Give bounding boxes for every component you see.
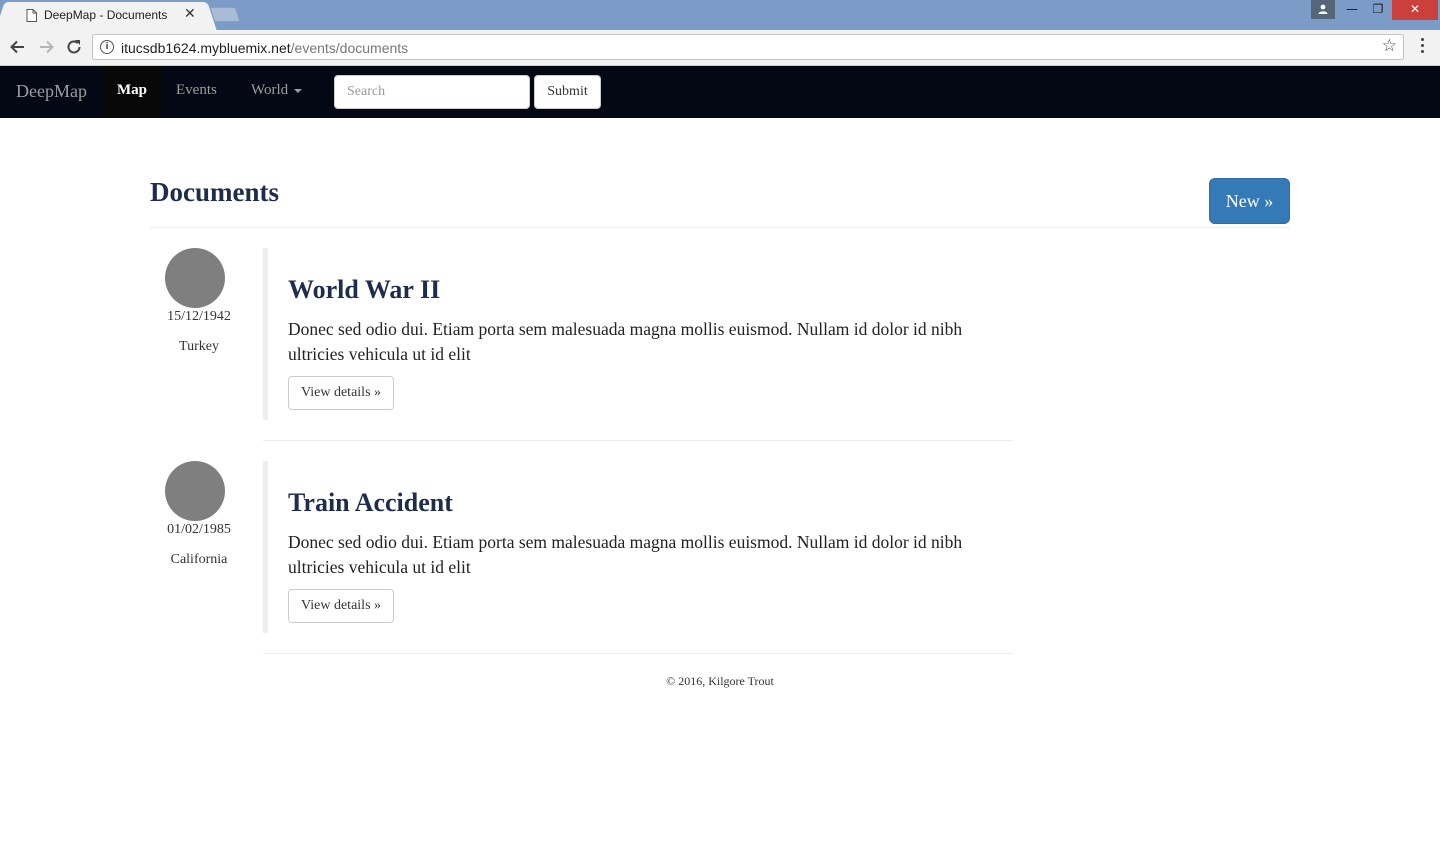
title-divider (150, 227, 1290, 228)
view-details-button[interactable]: View details » (288, 589, 394, 623)
page-icon (26, 9, 37, 22)
url-text[interactable]: itucsdb1624.mybluemix.net/events/documen… (121, 40, 408, 56)
document-description: Donec sed odio dui. Etiam porta sem male… (288, 319, 963, 364)
page-title: Documents (150, 177, 279, 207)
minimize-button[interactable]: — (1338, 0, 1366, 20)
document-divider (263, 440, 1013, 441)
site-navbar: DeepMap Map Events World Submit (0, 66, 1440, 118)
avatar (165, 248, 225, 308)
restore-button[interactable]: ❐ (1364, 0, 1392, 20)
avatar (165, 461, 225, 521)
info-icon[interactable]: i (100, 40, 114, 54)
new-tab-button[interactable] (209, 7, 241, 22)
bookmark-star-icon[interactable]: ☆ (1382, 36, 1397, 56)
browser-tab-active[interactable]: DeepMap - Documents ✕ (6, 2, 206, 30)
document-item: 01/02/1985 California Train Accident Don… (150, 461, 1020, 654)
view-details-button[interactable]: View details » (288, 376, 394, 410)
document-item: 15/12/1942 Turkey World War II Donec sed… (150, 248, 1020, 441)
back-arrow-icon[interactable] (8, 37, 28, 57)
browser-toolbar: i itucsdb1624.mybluemix.net/events/docum… (0, 30, 1440, 66)
tab-title: DeepMap - Documents (44, 8, 168, 22)
submit-button[interactable]: Submit (534, 75, 601, 109)
profile-button[interactable] (1311, 0, 1335, 19)
document-date: 01/02/1985 (167, 522, 231, 537)
reload-icon[interactable] (64, 37, 84, 57)
caret-down-icon (294, 88, 303, 93)
person-icon (1318, 4, 1328, 14)
document-date: 15/12/1942 (167, 309, 231, 324)
url-host: itucsdb1624.mybluemix.net (121, 40, 291, 56)
nav-link-map[interactable]: Map (117, 82, 147, 99)
document-description: Donec sed odio dui. Etiam porta sem male… (288, 532, 963, 577)
address-bar[interactable]: i itucsdb1624.mybluemix.net/events/docum… (92, 34, 1404, 60)
close-window-button[interactable]: ✕ (1392, 0, 1438, 20)
navbar-brand[interactable]: DeepMap (16, 81, 87, 102)
document-divider (263, 653, 1013, 654)
document-left-border (263, 248, 268, 420)
browser-tabstrip: DeepMap - Documents ✕ — ❐ ✕ (0, 0, 1440, 30)
new-document-button[interactable]: New » (1209, 178, 1290, 224)
document-left-border (263, 461, 268, 633)
tab-close-icon[interactable]: ✕ (184, 6, 196, 22)
nav-dropdown-world-label: World (251, 82, 289, 98)
forward-arrow-icon[interactable] (36, 37, 56, 57)
search-input[interactable] (334, 75, 530, 109)
nav-link-events[interactable]: Events (176, 82, 217, 99)
document-title: World War II (288, 275, 441, 304)
url-path: /events/documents (290, 40, 409, 56)
document-place: Turkey (179, 339, 219, 354)
document-title: Train Accident (288, 488, 453, 517)
document-place: California (170, 552, 228, 567)
browser-menu-icon[interactable] (1416, 38, 1428, 58)
nav-dropdown-world[interactable]: World (251, 82, 303, 99)
footer-copyright: © 2016, Kilgore Trout (666, 674, 774, 688)
